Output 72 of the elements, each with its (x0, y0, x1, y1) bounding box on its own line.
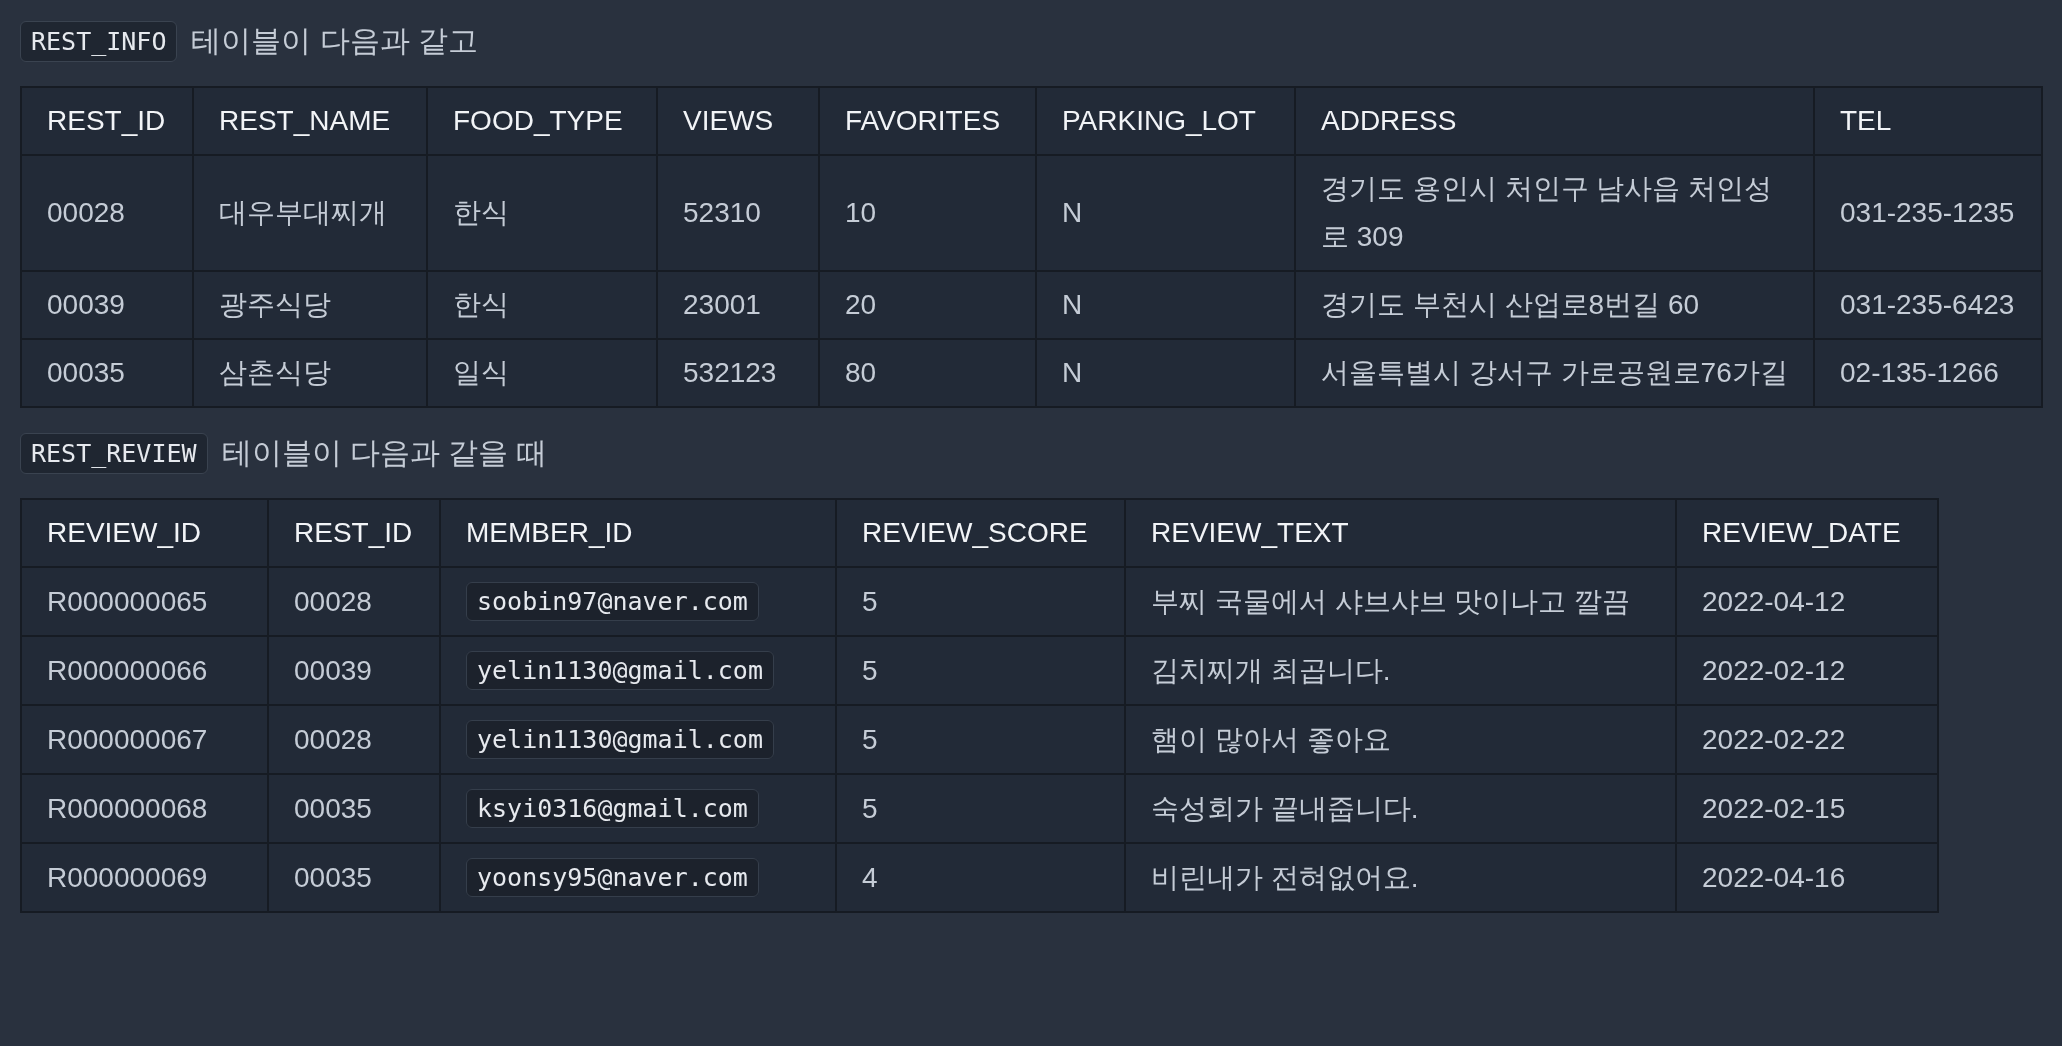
email-code: soobin97@naver.com (466, 582, 759, 621)
table-cell: N (1036, 339, 1295, 407)
table-cell: N (1036, 155, 1295, 271)
table-cell: 00039 (268, 636, 440, 705)
table-header-cell: MEMBER_ID (440, 499, 836, 567)
email-code: yelin1130@gmail.com (466, 720, 774, 759)
table-cell: 햄이 많아서 좋아요 (1125, 705, 1676, 774)
table-cell: 2022-04-12 (1676, 567, 1938, 636)
table-cell: 광주식당 (193, 271, 427, 339)
email-code: ksyi0316@gmail.com (466, 789, 759, 828)
table-cell: 5 (836, 705, 1125, 774)
table-header-cell: VIEWS (657, 87, 819, 155)
table-cell: 52310 (657, 155, 819, 271)
table-cell: 031-235-6423 (1814, 271, 2042, 339)
table-cell: 일식 (427, 339, 657, 407)
table-cell: 부찌 국물에서 샤브샤브 맛이나고 깔끔 (1125, 567, 1676, 636)
table-cell: R000000068 (21, 774, 268, 843)
table-header-cell: REST_ID (21, 87, 193, 155)
table-header-cell: REVIEW_DATE (1676, 499, 1938, 567)
table-cell: 2022-02-15 (1676, 774, 1938, 843)
caption-text: 테이블이 다음과 같고 (191, 22, 479, 59)
table-name-code: REST_INFO (20, 20, 178, 62)
table-cell: 00035 (268, 774, 440, 843)
table-header-cell: ADDRESS (1295, 87, 1814, 155)
table-cell: 00028 (21, 155, 193, 271)
table-cell: 00028 (268, 567, 440, 636)
table-header-cell: TEL (1814, 87, 2042, 155)
table-cell: R000000067 (21, 705, 268, 774)
email-code: yelin1130@gmail.com (466, 651, 774, 690)
table-cell: 한식 (427, 271, 657, 339)
table-cell: 경기도 부천시 산업로8번길 60 (1295, 271, 1814, 339)
table-cell: 5 (836, 774, 1125, 843)
table-cell: 00039 (21, 271, 193, 339)
table-cell: 비린내가 전혀없어요. (1125, 843, 1676, 912)
table-cell: 5 (836, 636, 1125, 705)
table-cell: R000000065 (21, 567, 268, 636)
table-cell: 김치찌개 최곱니다. (1125, 636, 1676, 705)
table-header-cell: REST_ID (268, 499, 440, 567)
table-header-cell: PARKING_LOT (1036, 87, 1295, 155)
table-cell: R000000069 (21, 843, 268, 912)
table-cell: 00035 (21, 339, 193, 407)
table-header-cell: FAVORITES (819, 87, 1036, 155)
table-cell: 23001 (657, 271, 819, 339)
table-cell: 2022-02-22 (1676, 705, 1938, 774)
table-header-cell: REVIEW_SCORE (836, 499, 1125, 567)
table-cell: 10 (819, 155, 1036, 271)
table-header-cell: REVIEW_TEXT (1125, 499, 1676, 567)
table-cell: 02-135-1266 (1814, 339, 2042, 407)
table-cell: N (1036, 271, 1295, 339)
table-cell: R000000066 (21, 636, 268, 705)
table-cell: 031-235-1235 (1814, 155, 2042, 271)
table-cell: 서울특별시 강서구 가로공원로76가길 (1295, 339, 1814, 407)
table-header-cell: REST_NAME (193, 87, 427, 155)
table-cell: 532123 (657, 339, 819, 407)
email-code: yoonsy95@naver.com (466, 858, 759, 897)
table-cell: 경기도 용인시 처인구 남사읍 처인성로 309 (1295, 155, 1814, 271)
table-cell: 대우부대찌개 (193, 155, 427, 271)
table-cell: 80 (819, 339, 1036, 407)
table-cell: 한식 (427, 155, 657, 271)
table-cell: 00028 (268, 705, 440, 774)
table-header-cell: FOOD_TYPE (427, 87, 657, 155)
table-cell: 4 (836, 843, 1125, 912)
table-cell: 2022-02-12 (1676, 636, 1938, 705)
table-name-code: REST_REVIEW (20, 432, 208, 474)
table-cell: 20 (819, 271, 1036, 339)
table-cell: 2022-04-16 (1676, 843, 1938, 912)
table-cell: 숙성회가 끝내줍니다. (1125, 774, 1676, 843)
table-cell: 삼촌식당 (193, 339, 427, 407)
table-header-cell: REVIEW_ID (21, 499, 268, 567)
table-cell: 00035 (268, 843, 440, 912)
table-cell: 5 (836, 567, 1125, 636)
caption-text: 테이블이 다음과 같을 때 (221, 434, 547, 471)
